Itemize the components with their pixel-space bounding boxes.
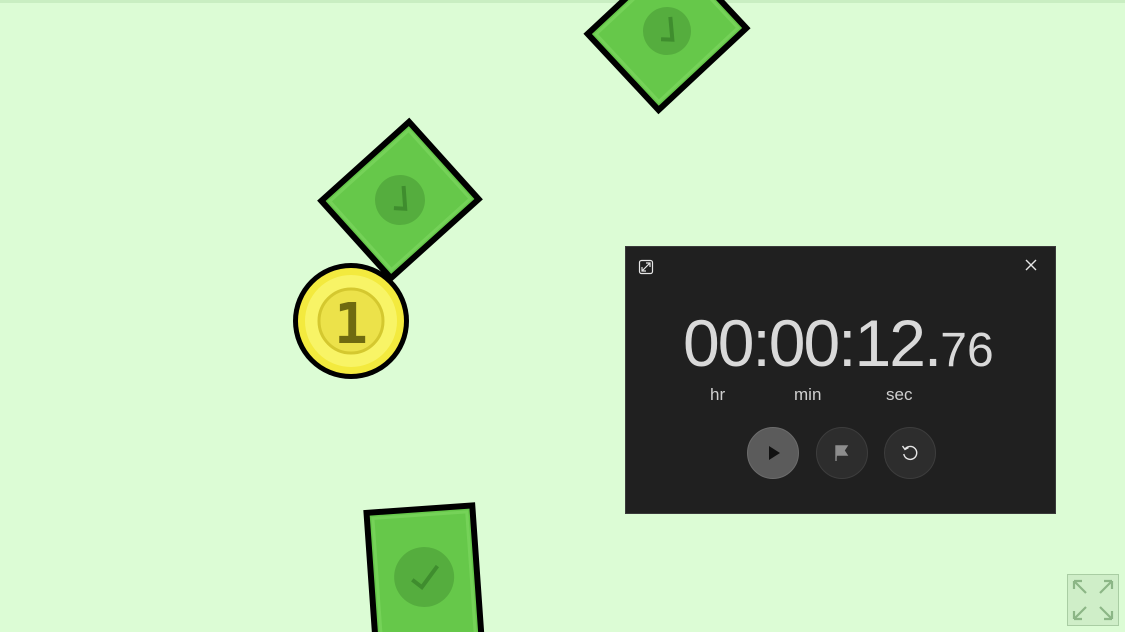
fullscreen-button[interactable] [1067,574,1119,626]
time-main: 00:00:12. [683,306,942,380]
close-icon[interactable] [1021,255,1041,275]
fullscreen-arrows-icon [1072,579,1114,621]
elapsed-time: 00:00:12.76 [683,303,998,383]
play-button[interactable] [747,427,799,479]
unit-hr: hr [710,385,726,404]
unit-min: min [794,385,822,404]
coin-value: 1 [334,292,368,357]
coin[interactable]: 1 [293,263,409,379]
reset-icon [901,445,918,461]
time-fraction: 76 [940,324,994,377]
time-units: hr min sec [626,385,1057,407]
expand-icon[interactable] [638,259,654,275]
flag-icon [835,445,849,461]
lap-button[interactable] [816,427,868,479]
green-card-middle[interactable] [317,117,483,283]
green-card-top[interactable] [583,0,751,115]
green-card-bottom[interactable] [363,502,486,632]
play-icon [769,446,780,460]
reset-button[interactable] [884,427,936,479]
stopwatch-widget: 00:00:12.76 hr min sec [625,246,1056,514]
unit-sec: sec [886,385,913,404]
